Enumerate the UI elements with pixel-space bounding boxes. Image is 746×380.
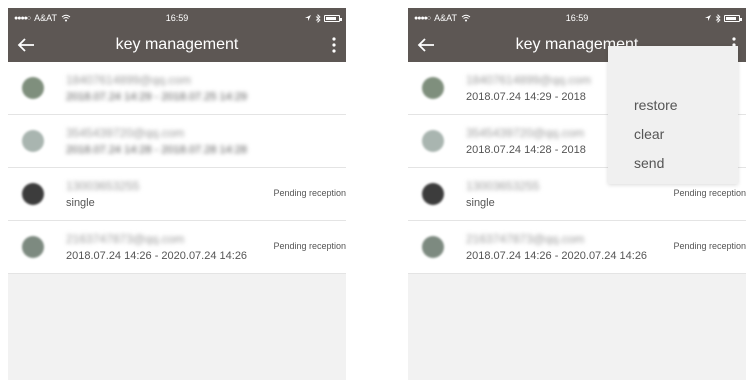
arrow-left-icon [17, 38, 34, 52]
status-badge: Pending reception [273, 188, 346, 198]
avatar [422, 183, 444, 205]
options-menu: restore clear send [608, 46, 738, 184]
key-row[interactable]: 2163747873@qq.com 2018.07.24 14:26 - 202… [408, 221, 746, 274]
key-period: 2018.07.24 14:26 - 2020.07.24 14:26 [66, 250, 248, 262]
avatar [22, 183, 44, 205]
arrow-left-icon [417, 38, 434, 52]
key-period: single [466, 197, 495, 209]
menu-item-send[interactable]: send [608, 148, 738, 177]
avatar [422, 236, 444, 258]
key-account: 13003653255 [66, 179, 140, 193]
key-management-screen-menu-open: ●●●●○ A&AT 16:59 key management 18407614… [408, 8, 746, 380]
wifi-icon [61, 14, 71, 22]
bluetooth-icon [315, 13, 321, 23]
key-row[interactable]: 2163747873@qq.com 2018.07.24 14:26 - 202… [8, 221, 346, 274]
key-account: 18407614899@qq.com [466, 73, 591, 87]
wifi-icon [461, 14, 471, 22]
avatar [422, 77, 444, 99]
key-management-screen: ●●●●○ A&AT 16:59 key management 18407614… [8, 8, 346, 380]
key-period: 2018.07.24 14:29 - 2018 [466, 91, 586, 103]
status-badge: Pending reception [273, 241, 346, 251]
signal-strength: ●●●●○ [414, 14, 431, 22]
avatar [22, 77, 44, 99]
key-period: 2018.07.24 14:28 - 2018 [466, 144, 586, 156]
back-button[interactable] [8, 28, 44, 62]
status-badge: Pending reception [673, 241, 746, 251]
key-row[interactable]: 3545439720@qq.com 2018.07.24 14:28 - 201… [8, 115, 346, 168]
key-account: 18407614899@qq.com [66, 73, 191, 87]
key-account: 13003653255 [466, 179, 540, 193]
battery-icon [724, 14, 742, 22]
battery-icon [324, 14, 342, 22]
avatar [22, 236, 44, 258]
key-period: single [66, 197, 95, 209]
key-account: 2163747873@qq.com [466, 232, 585, 246]
location-arrow-icon [705, 15, 711, 21]
signal-strength: ●●●●○ [14, 14, 31, 22]
bluetooth-icon [715, 13, 721, 23]
key-account: 2163747873@qq.com [66, 232, 185, 246]
carrier-name: A&AT [34, 13, 57, 23]
avatar [22, 130, 44, 152]
key-account: 3545439720@qq.com [66, 126, 185, 140]
more-options-button[interactable] [322, 28, 346, 62]
menu-item-clear[interactable]: clear [608, 119, 738, 148]
status-badge: Pending reception [673, 188, 746, 198]
key-list: 18407614899@qq.com 2018.07.24 14:29 - 20… [8, 62, 346, 274]
back-button[interactable] [408, 28, 444, 62]
page-title: key management [115, 36, 239, 53]
more-vertical-icon [332, 37, 336, 53]
status-bar: ●●●●○ A&AT 16:59 [8, 8, 346, 28]
key-row[interactable]: 13003653255 single Pending reception [8, 168, 346, 221]
key-row[interactable]: 18407614899@qq.com 2018.07.24 14:29 - 20… [8, 62, 346, 115]
app-header: ●●●●○ A&AT 16:59 key management [8, 8, 346, 62]
status-bar: ●●●●○ A&AT 16:59 [408, 8, 746, 28]
key-period: 2018.07.24 14:26 - 2020.07.24 14:26 [466, 250, 648, 262]
avatar [422, 130, 444, 152]
location-arrow-icon [305, 15, 311, 21]
key-period: 2018.07.24 14:29 - 2018.07.25 14:29 [66, 91, 248, 103]
carrier-name: A&AT [434, 13, 457, 23]
menu-item-restore[interactable]: restore [608, 90, 738, 119]
key-period: 2018.07.24 14:28 - 2018.07.28 14:28 [66, 144, 248, 156]
key-account: 3545439720@qq.com [466, 126, 585, 140]
